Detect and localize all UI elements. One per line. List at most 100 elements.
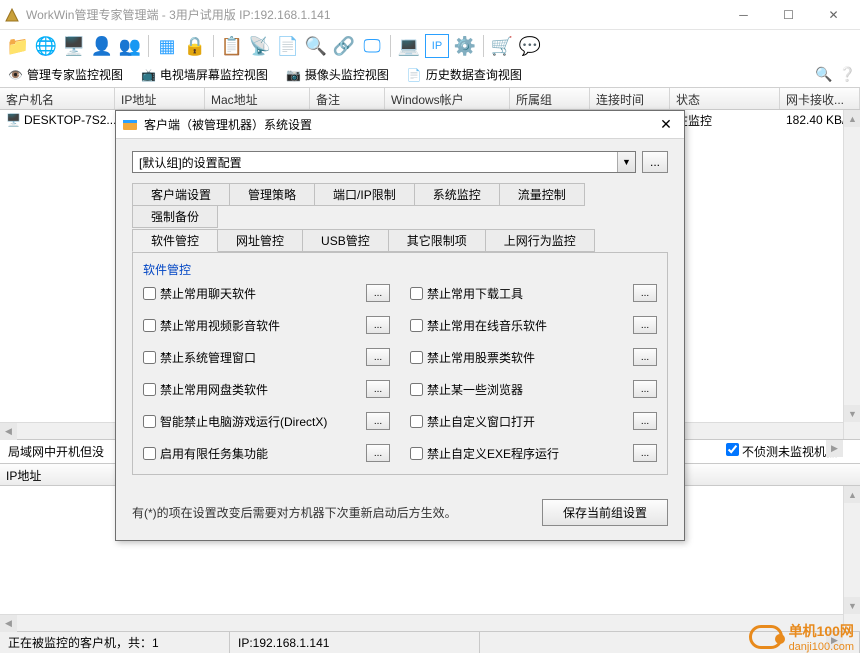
opt-stock[interactable]: 禁止常用股票类软件 — [410, 349, 535, 366]
no-probe-checkbox[interactable]: 不侦测未监视机器 — [726, 443, 838, 460]
col-group[interactable]: 所属组 — [510, 88, 590, 109]
opt-sysmgr[interactable]: 禁止系统管理窗口 — [143, 349, 256, 366]
scrollbar-horizontal[interactable]: ◀▶ — [0, 614, 843, 631]
cart-icon[interactable]: 🛒 — [490, 34, 514, 58]
col-nic[interactable]: 网卡接收... — [780, 88, 860, 109]
opt-browsers-more[interactable]: ... — [633, 380, 657, 398]
scrollbar-vertical[interactable]: ▲▼ — [843, 486, 860, 631]
folder-icon[interactable]: 📁 — [6, 34, 30, 58]
tab-traffic[interactable]: 流量控制 — [499, 183, 585, 206]
app-icon — [4, 7, 20, 23]
opt-download[interactable]: 禁止常用下载工具 — [410, 285, 523, 302]
dropdown-icon[interactable]: ▼ — [617, 152, 635, 172]
opt-taskset-more[interactable]: ... — [366, 444, 390, 462]
col-conntime[interactable]: 连接时间 — [590, 88, 670, 109]
minimize-button[interactable]: ─ — [721, 1, 766, 29]
dialog-title: 客户端（被管理机器）系统设置 — [144, 116, 654, 133]
camera-icon: 📷 — [286, 68, 301, 82]
dialog-close-button[interactable]: ✕ — [654, 116, 678, 133]
close-button[interactable]: ✕ — [811, 1, 856, 29]
opt-games[interactable]: 智能禁止电脑游戏运行(DirectX) — [143, 413, 327, 430]
link-icon[interactable]: 🔗 — [332, 34, 356, 58]
options-right-column: 禁止常用下载工具... 禁止常用在线音乐软件... 禁止常用股票类软件... 禁… — [390, 284, 657, 462]
tab-port-ip[interactable]: 端口/IP限制 — [314, 183, 415, 206]
opt-custom-window[interactable]: 禁止自定义窗口打开 — [410, 413, 535, 430]
clipboard-icon[interactable]: 📋 — [220, 34, 244, 58]
opt-chat[interactable]: 禁止常用聊天软件 — [143, 285, 256, 302]
monitor-icon[interactable]: 🖵 — [360, 34, 384, 58]
grid-icon[interactable]: ▦ — [155, 34, 179, 58]
opt-custom-window-more[interactable]: ... — [633, 412, 657, 430]
window-titlebar: WorkWin管理专家管理端 - 3用户试用版 IP:192.168.1.141… — [0, 0, 860, 30]
tab-label: 摄像头监控视图 — [305, 66, 389, 83]
opt-chat-more[interactable]: ... — [366, 284, 390, 302]
maximize-button[interactable]: ☐ — [766, 1, 811, 29]
opt-netdisk-more[interactable]: ... — [366, 380, 390, 398]
settings-dialog: 客户端（被管理机器）系统设置 ✕ ▼ ... 客户端设置 管理策略 端口/IP限… — [115, 110, 685, 541]
opt-video[interactable]: 禁止常用视频影音软件 — [143, 317, 280, 334]
lower-label: 局域网中开机但没 — [0, 443, 112, 460]
opt-stock-more[interactable]: ... — [633, 348, 657, 366]
search-small-icon[interactable]: 🔍 — [815, 66, 832, 83]
tv-icon: 📺 — [141, 68, 156, 82]
opt-download-more[interactable]: ... — [633, 284, 657, 302]
pc2-icon[interactable]: 💻 — [397, 34, 421, 58]
opt-music[interactable]: 禁止常用在线音乐软件 — [410, 317, 547, 334]
cast-icon[interactable]: 📡 — [248, 34, 272, 58]
tab-policy[interactable]: 管理策略 — [229, 183, 315, 206]
opt-custom-exe-more[interactable]: ... — [633, 444, 657, 462]
tab-backup[interactable]: 强制备份 — [132, 205, 218, 228]
col-note[interactable]: 备注 — [310, 88, 385, 109]
opt-video-more[interactable]: ... — [366, 316, 390, 334]
tab-camera-view[interactable]: 📷 摄像头监控视图 — [282, 64, 393, 85]
doc-icon[interactable]: 📄 — [276, 34, 300, 58]
opt-taskset[interactable]: 启用有限任务集功能 — [143, 445, 268, 462]
tab-url-control[interactable]: 网址管控 — [217, 229, 303, 252]
separator — [213, 35, 214, 57]
tab-software-control[interactable]: 软件管控 — [132, 229, 218, 252]
main-toolbar: 📁 🌐 🖥️ 👤 👥 ▦ 🔒 📋 📡 📄 🔍 🔗 🖵 💻 IP ⚙️ 🛒 💬 — [0, 30, 860, 62]
col-ip[interactable]: IP地址 — [115, 88, 205, 109]
tab-label: 管理专家监控视图 — [27, 66, 123, 83]
opt-games-more[interactable]: ... — [366, 412, 390, 430]
tab-sysmon[interactable]: 系统监控 — [414, 183, 500, 206]
window-title: WorkWin管理专家管理端 - 3用户试用版 IP:192.168.1.141 — [26, 6, 721, 23]
scrollbar-vertical[interactable]: ▲▼ — [843, 110, 860, 439]
tab-behavior[interactable]: 上网行为监控 — [485, 229, 595, 252]
group-select-input[interactable] — [133, 152, 617, 172]
user-orange-icon[interactable]: 👥 — [118, 34, 142, 58]
col-clientname[interactable]: 客户机名 — [0, 88, 115, 109]
lock-icon[interactable]: 🔒 — [183, 34, 207, 58]
tab-label: 电视墙屏幕监控视图 — [160, 66, 268, 83]
pc-icon[interactable]: 🖥️ — [62, 34, 86, 58]
opt-sysmgr-more[interactable]: ... — [366, 348, 390, 366]
globe-icon[interactable]: 🌐 — [34, 34, 58, 58]
col-winuser[interactable]: Windows帐户 — [385, 88, 510, 109]
group-browse-button[interactable]: ... — [642, 151, 668, 173]
save-button[interactable]: 保存当前组设置 — [542, 499, 668, 526]
grid-header: 客户机名 IP地址 Mac地址 备注 Windows帐户 所属组 连接时间 状态… — [0, 88, 860, 110]
col-mac[interactable]: Mac地址 — [205, 88, 310, 109]
panel-title: 软件管控 — [143, 259, 657, 284]
col-status[interactable]: 状态 — [670, 88, 780, 109]
tab-other-limits[interactable]: 其它限制项 — [388, 229, 486, 252]
user-blue-icon[interactable]: 👤 — [90, 34, 114, 58]
opt-netdisk[interactable]: 禁止常用网盘类软件 — [143, 381, 268, 398]
search-icon[interactable]: 🔍 — [304, 34, 328, 58]
tab-monitor-view[interactable]: 👁️管理专家监控视图 — [4, 64, 127, 85]
tab-history-view[interactable]: 📄历史数据查询视图 — [403, 64, 526, 85]
ip-icon[interactable]: IP — [425, 34, 449, 58]
chat-icon[interactable]: 💬 — [518, 34, 542, 58]
help-icon[interactable]: ❔ — [839, 66, 856, 83]
tab-tvwall-view[interactable]: 📺 电视墙屏幕监控视图 — [137, 64, 272, 85]
opt-browsers[interactable]: 禁止某一些浏览器 — [410, 381, 523, 398]
opt-custom-exe[interactable]: 禁止自定义EXE程序运行 — [410, 445, 559, 462]
dialog-icon — [122, 117, 138, 133]
tab-client-settings[interactable]: 客户端设置 — [132, 183, 230, 206]
footer-note: 有(*)的项在设置改变后需要对方机器下次重新启动后方生效。 — [132, 504, 530, 521]
tab-usb-control[interactable]: USB管控 — [302, 229, 389, 252]
opt-music-more[interactable]: ... — [633, 316, 657, 334]
gear-icon[interactable]: ⚙️ — [453, 34, 477, 58]
dialog-tabs-row1: 客户端设置 管理策略 端口/IP限制 系统监控 流量控制 强制备份 — [132, 183, 668, 227]
group-select[interactable]: ▼ — [132, 151, 636, 173]
